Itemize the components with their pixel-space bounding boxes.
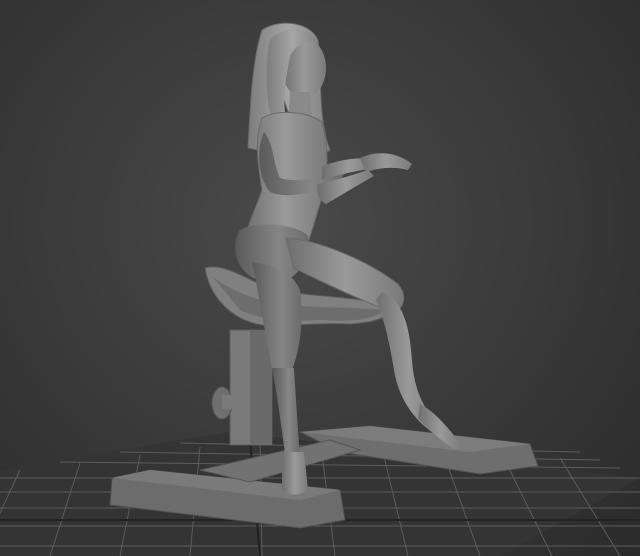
3d-viewport[interactable]: [0, 0, 640, 556]
scene-render: [0, 22, 640, 556]
